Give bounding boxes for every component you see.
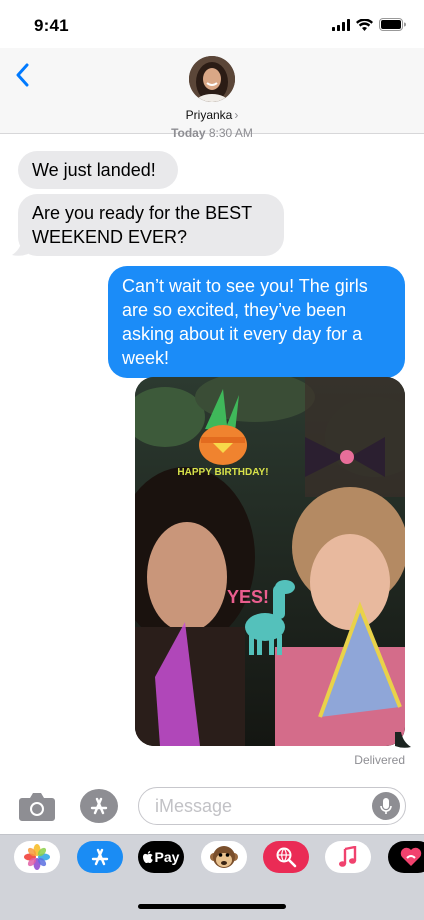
app-store-icon: [90, 797, 108, 815]
incoming-message[interactable]: Are you ready for the BEST WEEKEND EVER?: [18, 194, 284, 256]
app-store-icon: [91, 848, 109, 866]
home-indicator[interactable]: [138, 904, 286, 909]
message-timestamp: Today 8:30 AM: [0, 126, 424, 140]
heart-touch-icon: [400, 847, 422, 866]
signal-icon: [332, 18, 350, 31]
message-text: Are you ready for the BEST WEEKEND EVER?: [32, 203, 252, 247]
contact-name[interactable]: Priyanka ›: [0, 108, 424, 122]
monkey-icon: [210, 846, 238, 868]
camera-icon: [19, 793, 55, 821]
happy-birthday-sticker: HAPPY BIRTHDAY!: [177, 467, 268, 478]
contact-avatar[interactable]: [189, 56, 235, 102]
chevron-right-icon: ›: [234, 108, 239, 122]
status-time: 9:41: [34, 16, 69, 35]
incoming-message[interactable]: We just landed!: [18, 151, 178, 189]
photo-message[interactable]: HAPPY BIRTHDAY! YES!: [135, 377, 405, 746]
wifi-icon: [356, 18, 373, 31]
app-store-button[interactable]: [80, 789, 118, 823]
globe-search-icon: [276, 847, 297, 868]
message-input-field[interactable]: [138, 787, 406, 825]
outgoing-message[interactable]: Can’t wait to see you! The girls are so …: [108, 266, 405, 378]
message-text: We just landed!: [32, 160, 156, 180]
image-search-app-button[interactable]: [263, 841, 309, 873]
apple-pay-label: Pay: [154, 849, 180, 865]
contact-photo: [189, 56, 235, 102]
status-icons: [332, 18, 406, 31]
delivery-status: Delivered: [354, 753, 405, 767]
yes-sticker: YES!: [227, 587, 269, 607]
timestamp-time: 8:30 AM: [208, 126, 253, 140]
timestamp-day: Today: [171, 126, 206, 140]
party-photo: HAPPY BIRTHDAY! YES!: [135, 377, 405, 746]
apple-pay-app-button[interactable]: Pay: [138, 841, 184, 873]
photos-app-button[interactable]: [14, 841, 60, 873]
message-text: Can’t wait to see you! The girls are so …: [122, 276, 368, 368]
conversation-header: Priyanka ›: [0, 48, 424, 134]
bubble-tail: [395, 732, 411, 748]
compose-bar: [0, 780, 424, 832]
apple-logo-icon: [142, 850, 153, 863]
animoji-app-button[interactable]: [201, 841, 247, 873]
back-button[interactable]: [10, 60, 34, 90]
music-app-button[interactable]: [325, 841, 371, 873]
status-bar: 9:41: [0, 0, 424, 48]
dictation-button[interactable]: [372, 792, 400, 820]
imessage-input[interactable]: [155, 788, 365, 824]
chevron-left-icon: [16, 63, 29, 87]
music-note-icon: [339, 846, 357, 867]
microphone-icon: [380, 798, 392, 814]
digital-touch-app-button[interactable]: [388, 841, 424, 873]
app-store-app-button[interactable]: [77, 841, 123, 873]
camera-button[interactable]: [18, 790, 56, 822]
contact-name-label: Priyanka: [185, 108, 233, 122]
battery-icon: [379, 18, 406, 31]
photos-app-icon: [24, 844, 50, 870]
bubble-tail: [12, 240, 28, 256]
